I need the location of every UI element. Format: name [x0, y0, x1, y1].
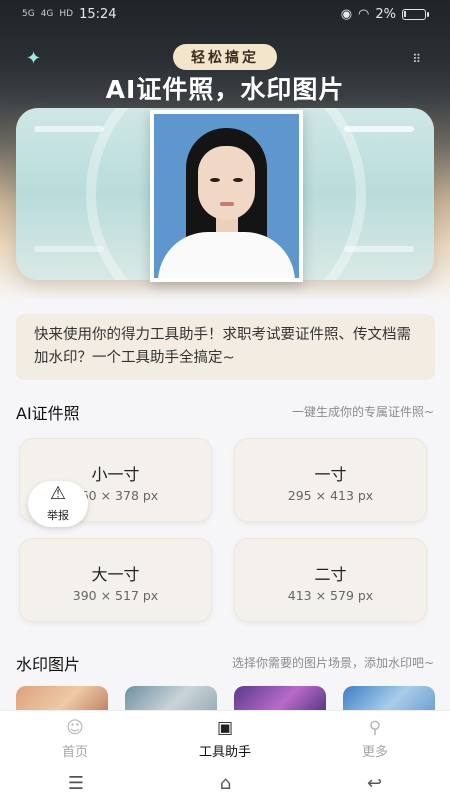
watermark-section-title: 水印图片 — [16, 655, 81, 674]
more-dots-icon[interactable]: ⠿ — [412, 52, 422, 66]
watermark-section-subtitle[interactable]: 选择你需要的图片场景，添加水印吧~ — [232, 654, 434, 671]
hero-banner: ✦ ⠿ 轻松搞定 AI证件照，水印图片 — [0, 0, 450, 300]
sample-id-photo — [150, 110, 303, 282]
nav-item-tools[interactable]: ▣ 工具助手 — [170, 718, 280, 760]
battery-percent: 2% — [375, 6, 396, 22]
size-card-two-inch[interactable]: 二寸 413 × 579 px — [234, 538, 427, 622]
size-name: 一寸 — [314, 465, 347, 484]
size-dimensions: 413 × 579 px — [287, 588, 374, 603]
back-icon[interactable]: ↩ — [367, 773, 382, 794]
size-card-one-inch[interactable]: 一寸 295 × 413 px — [234, 438, 427, 522]
status-bar: 5G 4G HD 15:24 ◉ ◠ 2% — [0, 0, 450, 28]
id-photo-section-title: AI证件照 — [16, 404, 80, 423]
menu-icon[interactable]: ☰ — [68, 773, 84, 794]
bottom-nav: ☺ 首页 ▣ 工具助手 ⚲ 更多 — [0, 710, 450, 766]
home-icon: ☺ — [66, 717, 84, 738]
system-nav-bar: ☰ ⌂ ↩ — [0, 766, 450, 800]
toolbox-icon: ▣ — [216, 717, 234, 738]
nav-label: 首页 — [61, 744, 88, 760]
nav-label: 更多 — [361, 744, 388, 760]
watermark-scene-list — [16, 686, 450, 712]
network-5g: 5G — [22, 9, 35, 19]
nav-item-home[interactable]: ☺ 首页 — [20, 718, 130, 760]
wifi-icon: ◠ — [358, 6, 370, 22]
eye-icon: ◉ — [340, 6, 353, 22]
size-dimensions: 295 × 413 px — [287, 488, 374, 503]
warning-icon: ⚠ — [49, 483, 67, 504]
id-photo-section-subtitle[interactable]: 一键生成你的专属证件照~ — [292, 403, 434, 420]
size-name: 大一寸 — [91, 565, 140, 584]
user-icon: ⚲ — [368, 717, 382, 738]
intro-card: 快来使用你的得力工具助手！求职考试要证件照、传文档需加水印？一个工具助手全搞定~ — [16, 314, 435, 380]
nav-label: 工具助手 — [198, 744, 251, 760]
scene-thumb-office[interactable] — [125, 686, 217, 712]
size-name: 二寸 — [314, 565, 347, 584]
report-button[interactable]: ⚠ 举报 — [28, 481, 88, 527]
scene-thumb-night[interactable] — [234, 686, 326, 712]
intro-text: 快来使用你的得力工具助手！求职考试要证件照、传文档需加水印？一个工具助手全搞定~ — [34, 327, 411, 366]
nav-item-more[interactable]: ⚲ 更多 — [320, 718, 430, 760]
status-time: 15:24 — [79, 6, 117, 22]
report-label: 举报 — [47, 509, 69, 522]
size-card-large-one-inch[interactable]: 大一寸 390 × 517 px — [19, 538, 212, 622]
sparkle-icon: ✦ — [26, 48, 42, 69]
battery-icon — [402, 8, 429, 20]
scene-thumb-food[interactable] — [16, 686, 108, 712]
hero-title: AI证件照，水印图片 — [105, 75, 345, 104]
hd-badge: HD — [59, 9, 74, 19]
size-dimensions: 390 × 517 px — [72, 588, 159, 603]
home-outline-icon[interactable]: ⌂ — [220, 773, 231, 794]
network-4g: 4G — [40, 9, 54, 19]
scene-thumb-landscape[interactable] — [343, 686, 435, 712]
hero-badge: 轻松搞定 — [173, 44, 277, 70]
